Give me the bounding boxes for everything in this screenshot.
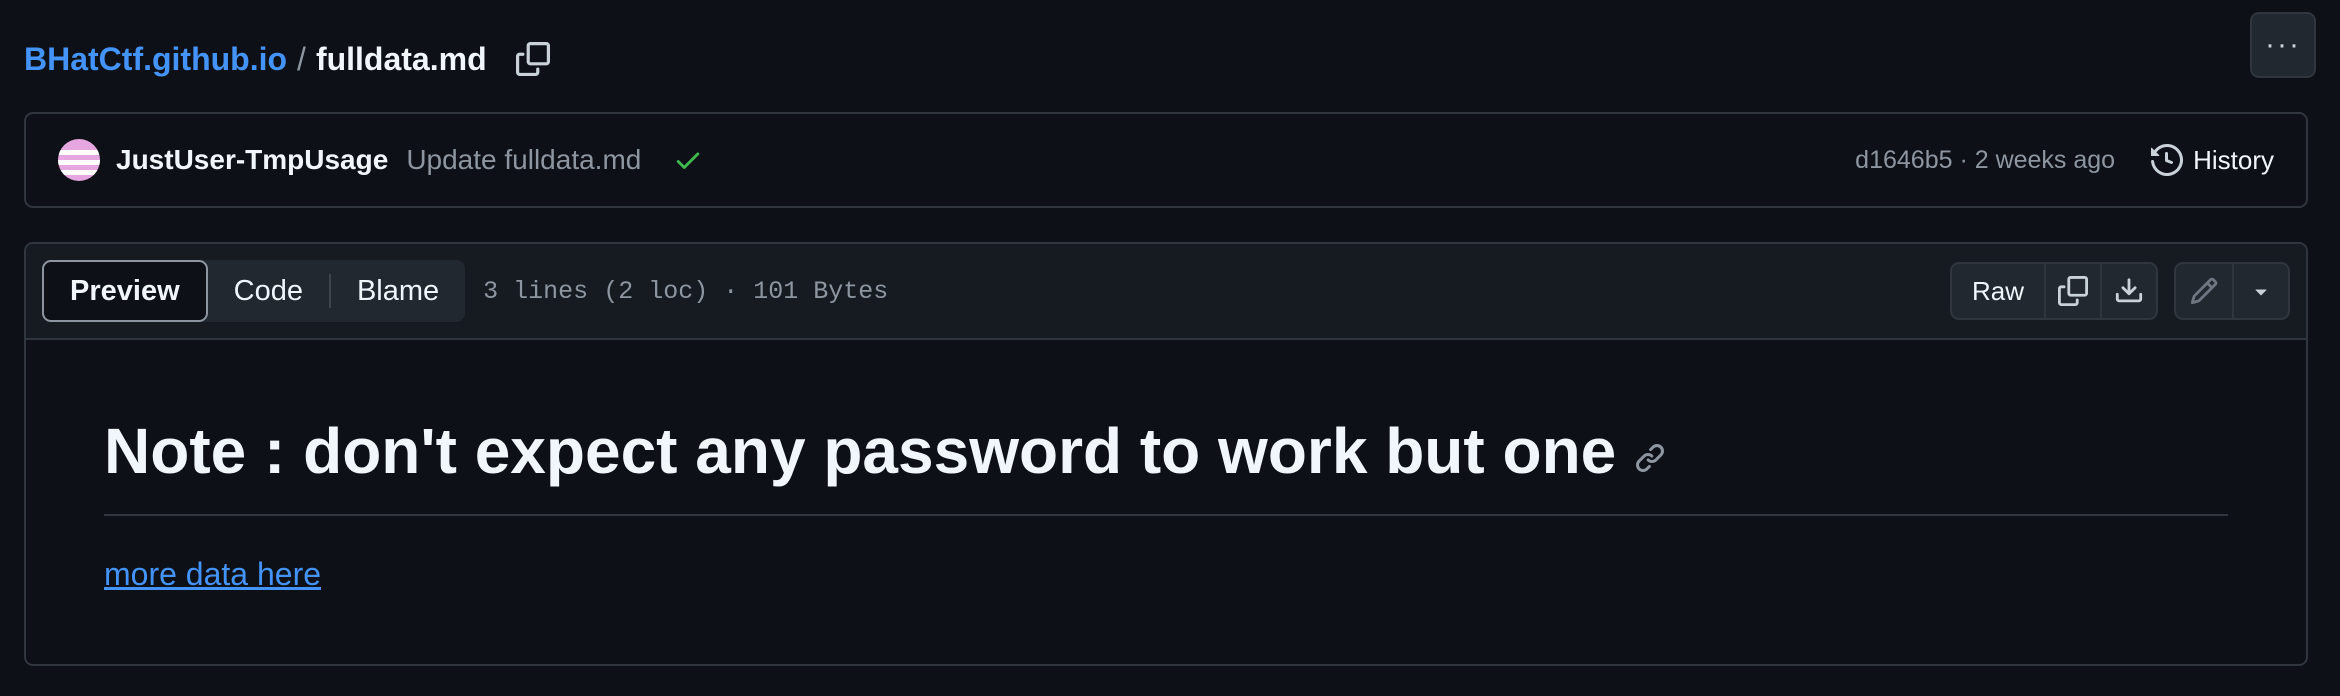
breadcrumb-separator: / (297, 40, 306, 77)
copy-icon (515, 42, 550, 76)
more-data-link[interactable]: more data here (104, 556, 321, 593)
file-header: Preview Code Blame 3 lines (2 loc) · 101… (26, 244, 2306, 340)
commit-author[interactable]: JustUser-TmpUsage (116, 144, 388, 176)
breadcrumb-repo-link[interactable]: BHatCtf.github.io (24, 41, 287, 78)
copy-icon (2058, 276, 2088, 306)
markdown-body: Note : don't expect any password to work… (26, 340, 2306, 593)
triangle-down-icon (2255, 289, 2267, 296)
file-viewer: Preview Code Blame 3 lines (2 loc) · 101… (24, 242, 2308, 666)
raw-copy-download-group: Raw (1949, 262, 2158, 320)
history-label: History (2193, 144, 2274, 175)
commit-status[interactable] (673, 145, 703, 175)
tab-preview[interactable]: Preview (42, 260, 208, 322)
kebab-icon: ··· (2265, 28, 2301, 61)
breadcrumb-file-name: fulldata.md (315, 40, 487, 77)
edit-group (2174, 262, 2290, 320)
history-button[interactable]: History (2151, 144, 2274, 176)
more-edit-options-button[interactable] (2232, 264, 2288, 318)
download-button[interactable] (2100, 264, 2156, 318)
tab-code[interactable]: Code (208, 260, 329, 322)
view-switcher: Preview Code Blame (42, 260, 466, 322)
breadcrumb: BHatCtf.github.io / fulldata.md ··· (24, 12, 2316, 94)
copy-path-button[interactable] (513, 39, 553, 79)
file-actions: Raw (1949, 262, 2290, 320)
markdown-heading: Note : don't expect any password to work… (104, 414, 2228, 516)
more-options-button[interactable]: ··· (2250, 12, 2316, 78)
tab-blame[interactable]: Blame (331, 260, 465, 322)
page: BHatCtf.github.io / fulldata.md ··· Just… (0, 0, 2340, 696)
heading-text: Note : don't expect any password to work… (104, 415, 1617, 487)
history-icon (2151, 144, 2184, 176)
avatar[interactable] (58, 139, 100, 181)
heading-anchor[interactable] (1634, 442, 1666, 474)
link-icon (1636, 443, 1665, 473)
copy-raw-button[interactable] (2044, 264, 2100, 318)
commit-meta[interactable]: d1646b5 · 2 weeks ago (1855, 146, 2115, 175)
file-info: 3 lines (2 loc) · 101 Bytes (483, 276, 889, 306)
edit-button[interactable] (2176, 264, 2232, 318)
pencil-icon (2190, 277, 2218, 305)
latest-commit-bar: JustUser-TmpUsage Update fulldata.md d16… (24, 112, 2308, 208)
check-icon (677, 152, 700, 169)
raw-button[interactable]: Raw (1952, 264, 2044, 318)
download-icon (2115, 278, 2143, 303)
commit-message[interactable]: Update fulldata.md (406, 144, 641, 176)
